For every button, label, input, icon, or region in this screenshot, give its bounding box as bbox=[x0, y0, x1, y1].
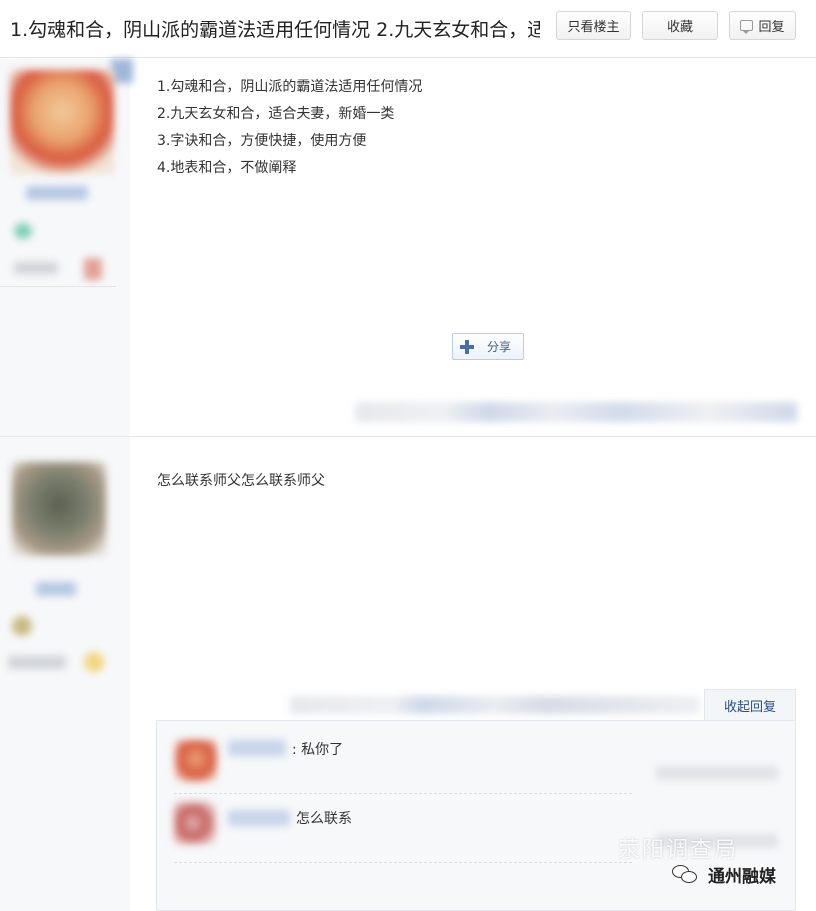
post-content: 1.勾魂和合，阴山派的霸道法适用任何情况 2.九天玄女和合，适合夫妻，新婚一类 … bbox=[157, 74, 422, 182]
reply-text: 怎么联系 bbox=[296, 811, 352, 827]
username[interactable] bbox=[26, 186, 88, 200]
post-line: 3.字诀和合，方便快捷，使用方便 bbox=[157, 133, 367, 149]
level-icon bbox=[84, 258, 102, 280]
reply-button-label: 回复 bbox=[758, 20, 785, 35]
thread-title: 1.勾魂和合，阴山派的霸道法适用任何情况 2.九天玄女和合，适 bbox=[10, 19, 540, 41]
reply-meta bbox=[656, 766, 778, 780]
divider bbox=[0, 286, 116, 287]
avatar[interactable] bbox=[10, 70, 114, 174]
reply-username[interactable] bbox=[228, 740, 286, 756]
watermark-text: 通州融媒 bbox=[708, 867, 776, 887]
reply-avatar[interactable] bbox=[174, 802, 216, 844]
user-badge-icon bbox=[12, 616, 32, 636]
plus-icon bbox=[459, 339, 475, 355]
post-content: 怎么联系师父怎么联系师父 bbox=[157, 473, 325, 489]
user-level bbox=[8, 656, 66, 669]
collapse-replies-button[interactable]: 收起回复 bbox=[704, 689, 796, 721]
share-button[interactable]: 分享 bbox=[452, 333, 524, 360]
reply-username[interactable] bbox=[228, 810, 290, 826]
reply-avatar[interactable] bbox=[175, 740, 217, 782]
only-op-button[interactable]: 只看楼主 bbox=[556, 11, 631, 40]
watermark-faded: 荥阳调查局 bbox=[618, 838, 739, 863]
comment-icon bbox=[740, 20, 754, 34]
thread-header: 1.勾魂和合，阴山派的霸道法适用任何情况 2.九天玄女和合，适 只看楼主 收藏 … bbox=[0, 0, 816, 58]
reply-text: : 私你了 bbox=[292, 742, 344, 758]
post-line: 1.勾魂和合，阴山派的霸道法适用任何情况 bbox=[157, 79, 423, 95]
level-icon bbox=[84, 652, 104, 672]
post-meta-bar bbox=[355, 402, 797, 422]
reply-button[interactable]: 回复 bbox=[729, 11, 796, 40]
reply-divider bbox=[174, 862, 632, 863]
post-meta-bar bbox=[290, 696, 700, 714]
share-label: 分享 bbox=[487, 340, 512, 354]
reply-divider bbox=[174, 793, 632, 794]
avatar[interactable] bbox=[12, 462, 106, 556]
favorite-button[interactable]: 收藏 bbox=[642, 11, 718, 40]
username[interactable] bbox=[36, 582, 76, 596]
user-level bbox=[14, 262, 58, 274]
post-line: 4.地表和合，不做阐释 bbox=[157, 160, 297, 176]
post-line: 2.九天玄女和合，适合夫妻，新婚一类 bbox=[157, 106, 395, 122]
user-badge-icon bbox=[14, 223, 32, 239]
wechat-icon bbox=[672, 864, 698, 885]
watermark: 通州融媒 bbox=[672, 862, 776, 887]
post-divider bbox=[0, 436, 816, 437]
floor-tag bbox=[111, 59, 133, 83]
